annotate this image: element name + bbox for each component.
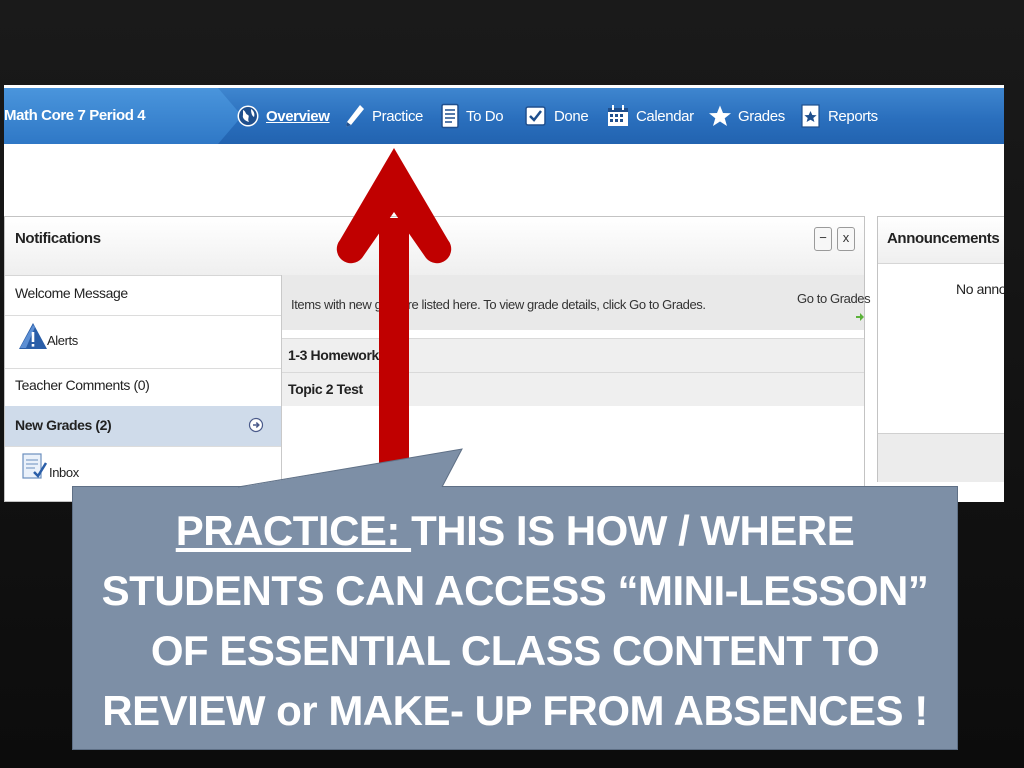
sidebar-item-teacher-comments[interactable]: Teacher Comments (0)	[5, 368, 281, 407]
blank-band	[4, 144, 1004, 216]
alert-icon	[18, 321, 48, 354]
announcements-panel: Announcements No anno	[877, 216, 1004, 482]
notifications-sidebar: Welcome Message Alerts Teacher Comments …	[5, 275, 282, 502]
sidebar-item-label: Inbox	[49, 465, 79, 480]
globe-icon	[236, 104, 260, 128]
announcements-body: No anno	[956, 281, 1004, 297]
nav-practice[interactable]: Practice	[344, 100, 423, 132]
star-icon	[708, 104, 732, 128]
grade-row[interactable]: Topic 2 Test	[282, 372, 864, 406]
info-text: Items with new g are listed here. To vie…	[291, 297, 706, 312]
nav-practice-label: Practice	[372, 107, 423, 125]
class-title: Math Core 7 Period 4	[4, 107, 146, 124]
sidebar-item-label: Alerts	[47, 333, 78, 348]
nav-grades-label: Grades	[738, 107, 785, 125]
report-icon	[800, 103, 822, 129]
nav-overview-label: Overview	[266, 107, 330, 125]
sidebar-item-label: Teacher Comments (0)	[15, 377, 150, 393]
sidebar-item-alerts[interactable]: Alerts	[5, 315, 281, 369]
notifications-content: Items with new g are listed here. To vie…	[282, 275, 871, 502]
nav-grades[interactable]: Grades	[708, 100, 785, 132]
minimize-button[interactable]: −	[814, 227, 832, 251]
announcements-footer	[878, 433, 1004, 482]
nav-reports-label: Reports	[828, 107, 878, 125]
checkbox-icon	[524, 104, 548, 128]
document-icon	[440, 103, 460, 129]
nav-calendar[interactable]: Calendar	[606, 100, 694, 132]
green-arrow-icon[interactable]	[856, 309, 864, 324]
callout-text: PRACTICE: THIS IS HOW / WHERE STUDENTS C…	[83, 501, 947, 741]
nav-done-label: Done	[554, 107, 589, 125]
sidebar-item-new-grades[interactable]: New Grades (2)	[5, 406, 281, 447]
notifications-header: Notifications − x	[5, 217, 864, 276]
announcements-header: Announcements	[878, 217, 1004, 264]
nav-done[interactable]: Done	[524, 100, 589, 132]
inbox-icon	[20, 450, 48, 485]
nav-todo-label: To Do	[466, 107, 504, 125]
go-to-grades-link[interactable]: Go to Grades	[797, 291, 871, 306]
sidebar-item-welcome[interactable]: Welcome Message	[5, 275, 281, 316]
callout-box: PRACTICE: THIS IS HOW / WHERE STUDENTS C…	[72, 486, 958, 750]
nav-calendar-label: Calendar	[636, 107, 694, 125]
calendar-icon	[606, 104, 630, 128]
notifications-panel: Notifications − x Welcome Message Alerts…	[4, 216, 871, 502]
info-bar: Items with new g are listed here. To vie…	[282, 275, 871, 330]
sidebar-item-label: Welcome Message	[15, 285, 128, 301]
grade-item-label: 1-3 Homework	[288, 347, 379, 363]
notifications-title: Notifications	[15, 230, 101, 247]
top-navbar: Math Core 7 Period 4 Overview Practice T…	[4, 88, 1004, 144]
announcements-title: Announcements	[887, 230, 1000, 247]
grade-row[interactable]: 1-3 Homework	[282, 338, 864, 372]
nav-reports[interactable]: Reports	[800, 100, 878, 132]
pencil-icon	[344, 103, 366, 129]
sidebar-item-label: New Grades (2)	[15, 417, 112, 433]
nav-overview[interactable]: Overview	[236, 100, 330, 132]
grade-item-label: Topic 2 Test	[288, 381, 363, 397]
nav-todo[interactable]: To Do	[440, 100, 504, 132]
callout-heading: PRACTICE:	[175, 507, 412, 554]
close-button[interactable]: x	[837, 227, 855, 251]
arrow-circle-icon[interactable]	[248, 417, 264, 436]
lms-screenshot: Math Core 7 Period 4 Overview Practice T…	[4, 85, 1004, 502]
